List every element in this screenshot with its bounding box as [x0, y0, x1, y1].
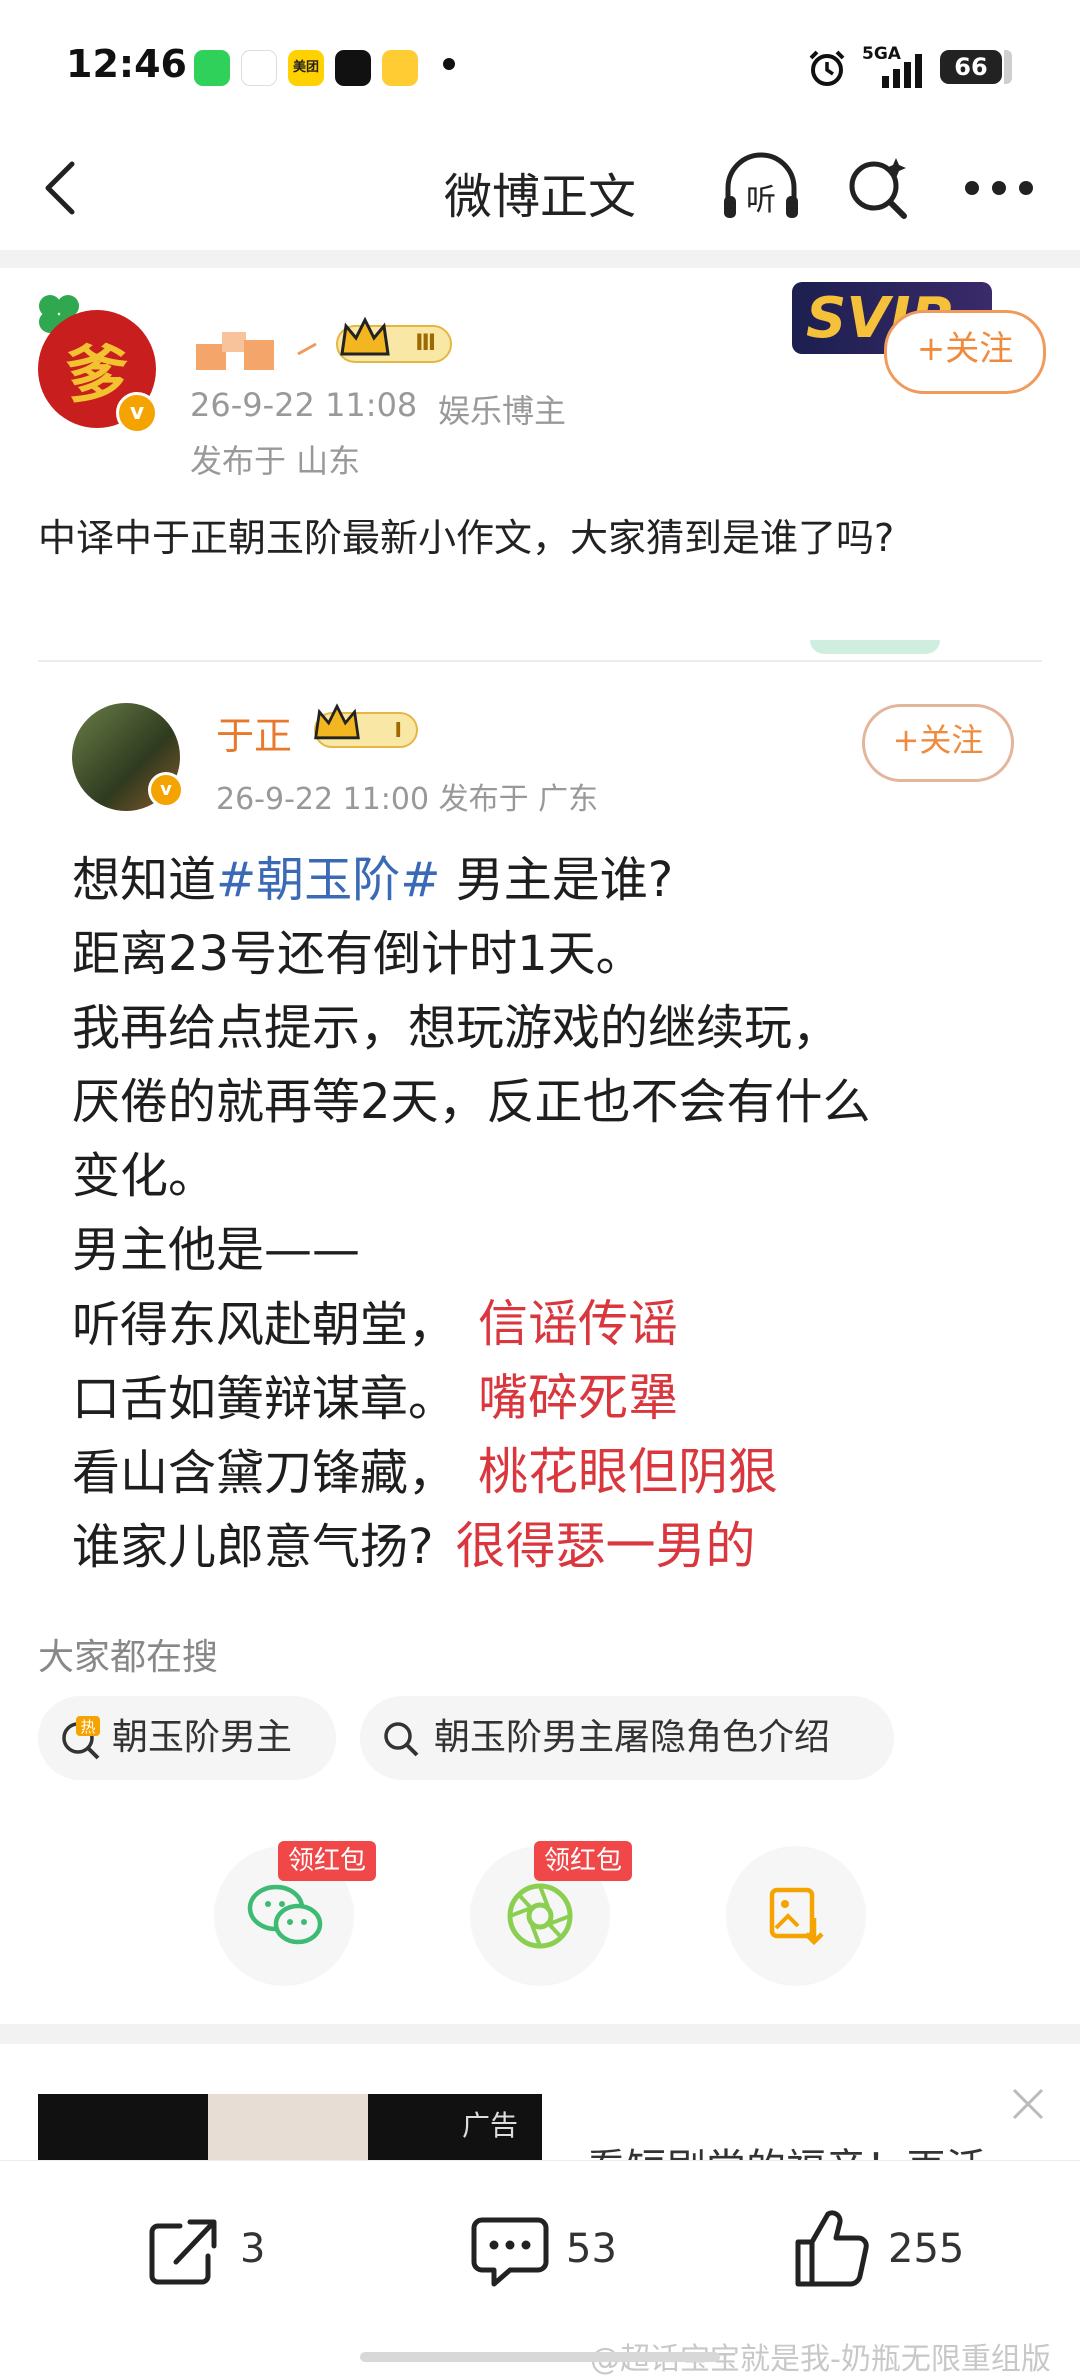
post-line: 我再给点提示，想玩游戏的继续玩， [72, 996, 840, 1060]
moments-icon [507, 1883, 573, 1949]
verified-badge: v [116, 392, 158, 434]
post-line: 谁家儿郎意气扬? 很得瑟一男的 [72, 1514, 755, 1579]
line-text: 变化。 [72, 1148, 217, 1204]
post-line: 想知道#朝玉阶# 男主是谁? [72, 848, 673, 912]
comment-icon[interactable] [470, 2216, 550, 2290]
status-time: 12:46 [66, 42, 187, 86]
original-author-name[interactable]: 于正 [216, 705, 292, 760]
repost-icon[interactable] [146, 2216, 222, 2288]
alarm-icon [809, 50, 845, 86]
original-meta: 26-9-22 11:00 发布于 广东 [216, 782, 599, 817]
post-line: 变化。 [72, 1144, 216, 1208]
line-text: 男主他是—— [72, 1222, 361, 1278]
svg-text:听: 听 [746, 183, 776, 218]
crown-icon [340, 316, 390, 356]
line-text: 厌倦的就再等2天，反正也不会有什么 [72, 1074, 871, 1130]
line-text: 我再给点提示，想玩游戏的继续玩， [72, 1000, 841, 1056]
listen-icon[interactable]: 听 [720, 150, 802, 224]
line-text: 想知道 [72, 852, 217, 908]
telecom-icon [241, 50, 277, 86]
handwritten-note: 桃花眼但阴狠 [478, 1443, 779, 1501]
repost-time: 26-9-22 11:08 [190, 386, 418, 424]
more-icon[interactable] [962, 178, 1036, 198]
line-text: 看山含黛刀锋藏， [72, 1445, 457, 1501]
post-line: 看山含黛刀锋藏， 桃花眼但阴狠 [72, 1440, 778, 1505]
line-text: 男主是谁? [440, 852, 674, 908]
follow-button[interactable]: +关注 [884, 310, 1046, 394]
line-text: 谁家儿郎意气扬? [72, 1519, 434, 1575]
topic-link[interactable]: #朝玉阶# [216, 852, 440, 908]
arrow-icon [297, 342, 317, 356]
search-chip[interactable]: 朝玉阶男主屠隐角色介绍 [360, 1696, 894, 1780]
save-image-button[interactable] [726, 1846, 866, 1986]
verified-badge: v [148, 772, 184, 808]
red-packet-badge: 领红包 [534, 1841, 633, 1881]
like-icon[interactable] [792, 2208, 872, 2290]
tiktok-icon [335, 50, 371, 86]
handwritten-note: 信谣传谣 [478, 1295, 679, 1353]
post-line: 男主他是—— [72, 1218, 360, 1282]
line-text: 听得东风赴朝堂， [72, 1297, 457, 1353]
hot-search-title: 大家都在搜 [38, 1637, 219, 1678]
like-count[interactable]: 255 [888, 2226, 964, 2272]
repost-count[interactable]: 3 [240, 2226, 265, 2272]
section-gap [0, 250, 1080, 268]
page-title: 微博正文 [443, 169, 636, 225]
ad-person-photo [208, 2094, 368, 2164]
post-line: 距离23号还有倒计时1天。 [72, 922, 644, 986]
repost-location: 发布于 山东 [190, 442, 361, 480]
save-image-icon [769, 1887, 824, 1946]
close-icon[interactable] [1010, 2086, 1046, 2122]
post-line: 口舌如簧辩谋章。 嘴碎死犟 [72, 1366, 678, 1431]
repost-text: 中译中于正朝玉阶最新小作文，大家猜到是谁了吗? [38, 516, 895, 560]
author-name-mosaic[interactable] [196, 332, 280, 372]
search-icon [384, 1722, 419, 1757]
handwritten-note: 很得瑟一男的 [455, 1517, 756, 1575]
post-line: 听得东风赴朝堂， 信谣传谣 [72, 1292, 678, 1357]
author-tag: 娱乐博主 [438, 392, 567, 430]
red-packet-badge: 领红包 [278, 1841, 377, 1881]
signal-icon [882, 54, 922, 88]
search-ai-icon[interactable] [846, 154, 912, 222]
chip-label: 朝玉阶男主 [112, 1717, 293, 1758]
section-gap [0, 2024, 1080, 2044]
notification-dot [443, 58, 455, 70]
line-text: 距离23号还有倒计时1天。 [72, 926, 644, 982]
wechat-icon [247, 1884, 323, 1945]
original-follow-button[interactable]: +关注 [862, 704, 1014, 782]
line-text: 口舌如簧辩谋章。 [72, 1371, 457, 1427]
decor-strip [810, 640, 940, 654]
home-indicator[interactable] [360, 2352, 720, 2362]
divider [38, 660, 1042, 662]
battery-indicator: 66 [940, 50, 1012, 84]
handwritten-note: 嘴碎死犟 [478, 1369, 679, 1427]
hot-search-chip[interactable]: 热 朝玉阶男主 [38, 1696, 336, 1780]
comment-count[interactable]: 53 [566, 2226, 617, 2272]
crown-icon [314, 703, 360, 740]
hot-search-icon: 热 [62, 1716, 100, 1760]
chip-label: 朝玉阶男主屠隐角色介绍 [434, 1717, 831, 1758]
weibo-icon [382, 50, 418, 86]
wechat-icon [194, 50, 230, 86]
svg-text:热: 热 [80, 1718, 95, 1736]
meituan-icon: 美团 [288, 50, 324, 86]
ad-label: 广告 [462, 2109, 519, 2142]
post-line: 厌倦的就再等2天，反正也不会有什么 [72, 1070, 871, 1134]
